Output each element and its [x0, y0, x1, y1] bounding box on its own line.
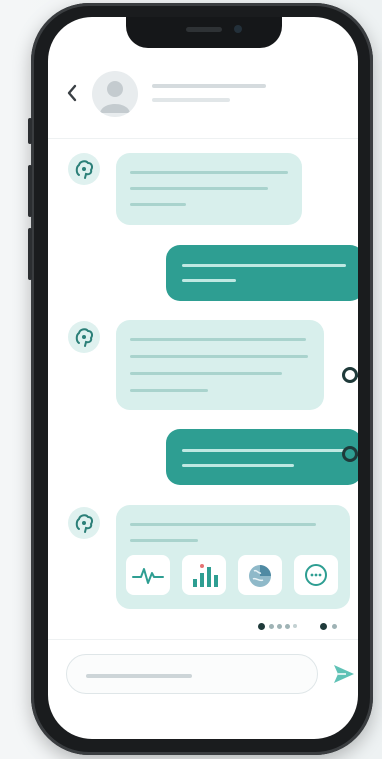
mute-switch [28, 118, 32, 144]
message-bubble-bot [116, 320, 324, 410]
message-composer [48, 639, 358, 739]
brain-scan-icon[interactable] [238, 555, 282, 595]
scene [0, 0, 382, 759]
page-dot[interactable] [285, 624, 290, 629]
volume-down-button [28, 228, 32, 280]
message-bubble-user [166, 429, 358, 485]
page-dot[interactable] [269, 624, 274, 629]
message-bubble-bot-attachments [116, 505, 350, 609]
brain-bot-icon [68, 507, 100, 539]
volume-up-button [28, 165, 32, 217]
bar-chart-icon[interactable] [182, 555, 226, 595]
brain-bot-icon [68, 153, 100, 185]
page-dot-active[interactable] [320, 623, 327, 630]
phone-screen [48, 17, 358, 739]
send-icon[interactable] [330, 660, 358, 688]
notch [126, 17, 282, 48]
contact-name-placeholder [152, 84, 266, 88]
page-dot[interactable] [293, 624, 297, 628]
message-bubble-user [166, 245, 358, 301]
front-camera [234, 25, 242, 33]
user-avatar-icon[interactable] [92, 71, 138, 117]
connector-node [342, 367, 358, 383]
input-placeholder-line [86, 674, 192, 678]
chat-header [48, 48, 358, 139]
page-dot[interactable] [277, 624, 282, 629]
chevron-left-icon[interactable] [66, 84, 78, 102]
contact-status-placeholder [152, 98, 230, 102]
brain-bot-icon [68, 321, 100, 353]
page-dot-active[interactable] [258, 623, 265, 630]
connector-node [342, 446, 358, 462]
more-circle-icon[interactable] [294, 555, 338, 595]
heartbeat-icon[interactable] [126, 555, 170, 595]
message-bubble-bot [116, 153, 302, 225]
speaker [186, 27, 222, 32]
page-dot[interactable] [332, 624, 337, 629]
